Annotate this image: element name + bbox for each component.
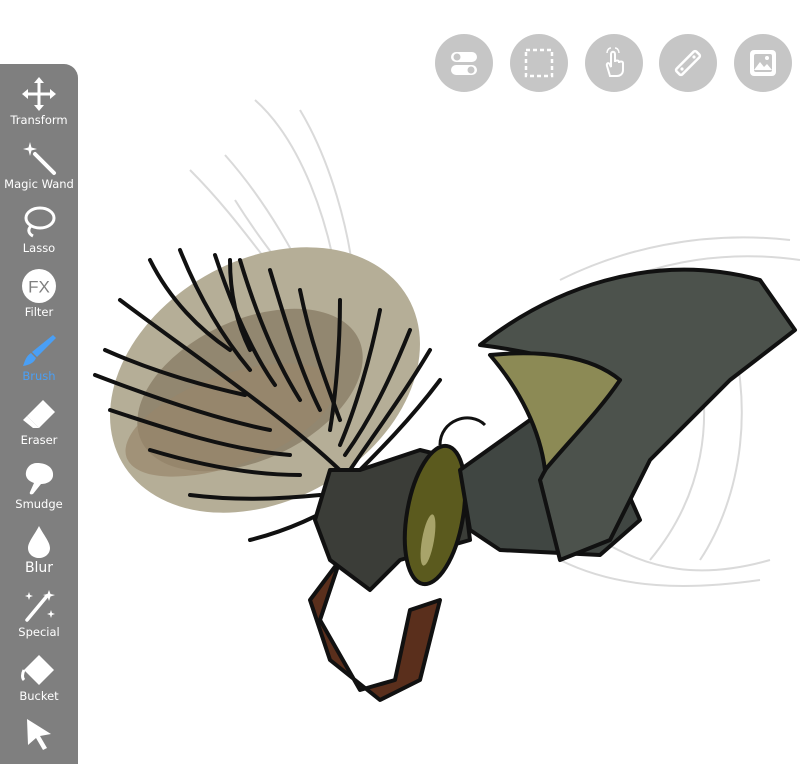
tool-blur[interactable]: Blur xyxy=(0,524,78,588)
toggle-settings-button[interactable] xyxy=(435,34,493,92)
touch-gesture-button[interactable] xyxy=(585,34,643,92)
lasso-icon xyxy=(24,206,56,238)
special-sparkle-icon xyxy=(25,590,55,622)
tool-transform[interactable]: Transform xyxy=(0,76,78,140)
antenna xyxy=(438,416,487,446)
toggle-settings-icon xyxy=(451,52,477,75)
ruler-button[interactable] xyxy=(659,34,717,92)
tool-special[interactable]: Special xyxy=(0,588,78,652)
tool-lasso[interactable]: Lasso xyxy=(0,204,78,268)
tool-filter[interactable]: FX Filter xyxy=(0,268,78,332)
tool-eraser[interactable]: Eraser xyxy=(0,396,78,460)
tool-label: Blur xyxy=(24,560,54,576)
tool-label: Transform xyxy=(10,113,68,127)
bucket-icon xyxy=(21,655,54,685)
brush-icon xyxy=(23,335,56,366)
drawing-canvas[interactable] xyxy=(0,0,800,742)
image-gallery-icon xyxy=(750,50,776,76)
transform-icon xyxy=(22,77,56,111)
tool-label: Brush xyxy=(22,369,56,383)
tool-label: Special xyxy=(18,625,60,639)
touch-gesture-icon xyxy=(605,47,624,77)
gallery-button[interactable] xyxy=(734,34,792,92)
tool-magic-wand[interactable]: Magic Wand xyxy=(0,140,78,204)
tool-label: Lasso xyxy=(22,241,56,255)
selection-button[interactable] xyxy=(510,34,568,92)
tool-label: Filter xyxy=(24,305,54,319)
tool-select[interactable] xyxy=(0,716,78,780)
tool-bucket[interactable]: Bucket xyxy=(0,652,78,716)
tool-label: Smudge xyxy=(15,497,63,511)
tool-label: Magic Wand xyxy=(4,177,74,191)
tool-label: Eraser xyxy=(20,433,58,447)
eraser-icon xyxy=(23,400,55,428)
blur-drop-icon xyxy=(28,526,50,558)
tool-panel: Transform Magic Wand Lasso FX Filter Bru… xyxy=(0,64,78,764)
tool-smudge[interactable]: Smudge xyxy=(0,460,78,524)
ruler-icon xyxy=(674,49,702,77)
smudge-icon xyxy=(25,463,54,495)
select-arrow-icon xyxy=(27,719,51,750)
svg-text:FX: FX xyxy=(28,278,50,297)
selection-marquee-icon xyxy=(524,48,554,78)
fx-icon: FX xyxy=(22,269,56,303)
magic-wand-icon xyxy=(23,142,56,175)
tool-brush[interactable]: Brush xyxy=(0,332,78,396)
tool-label: Bucket xyxy=(19,689,59,703)
